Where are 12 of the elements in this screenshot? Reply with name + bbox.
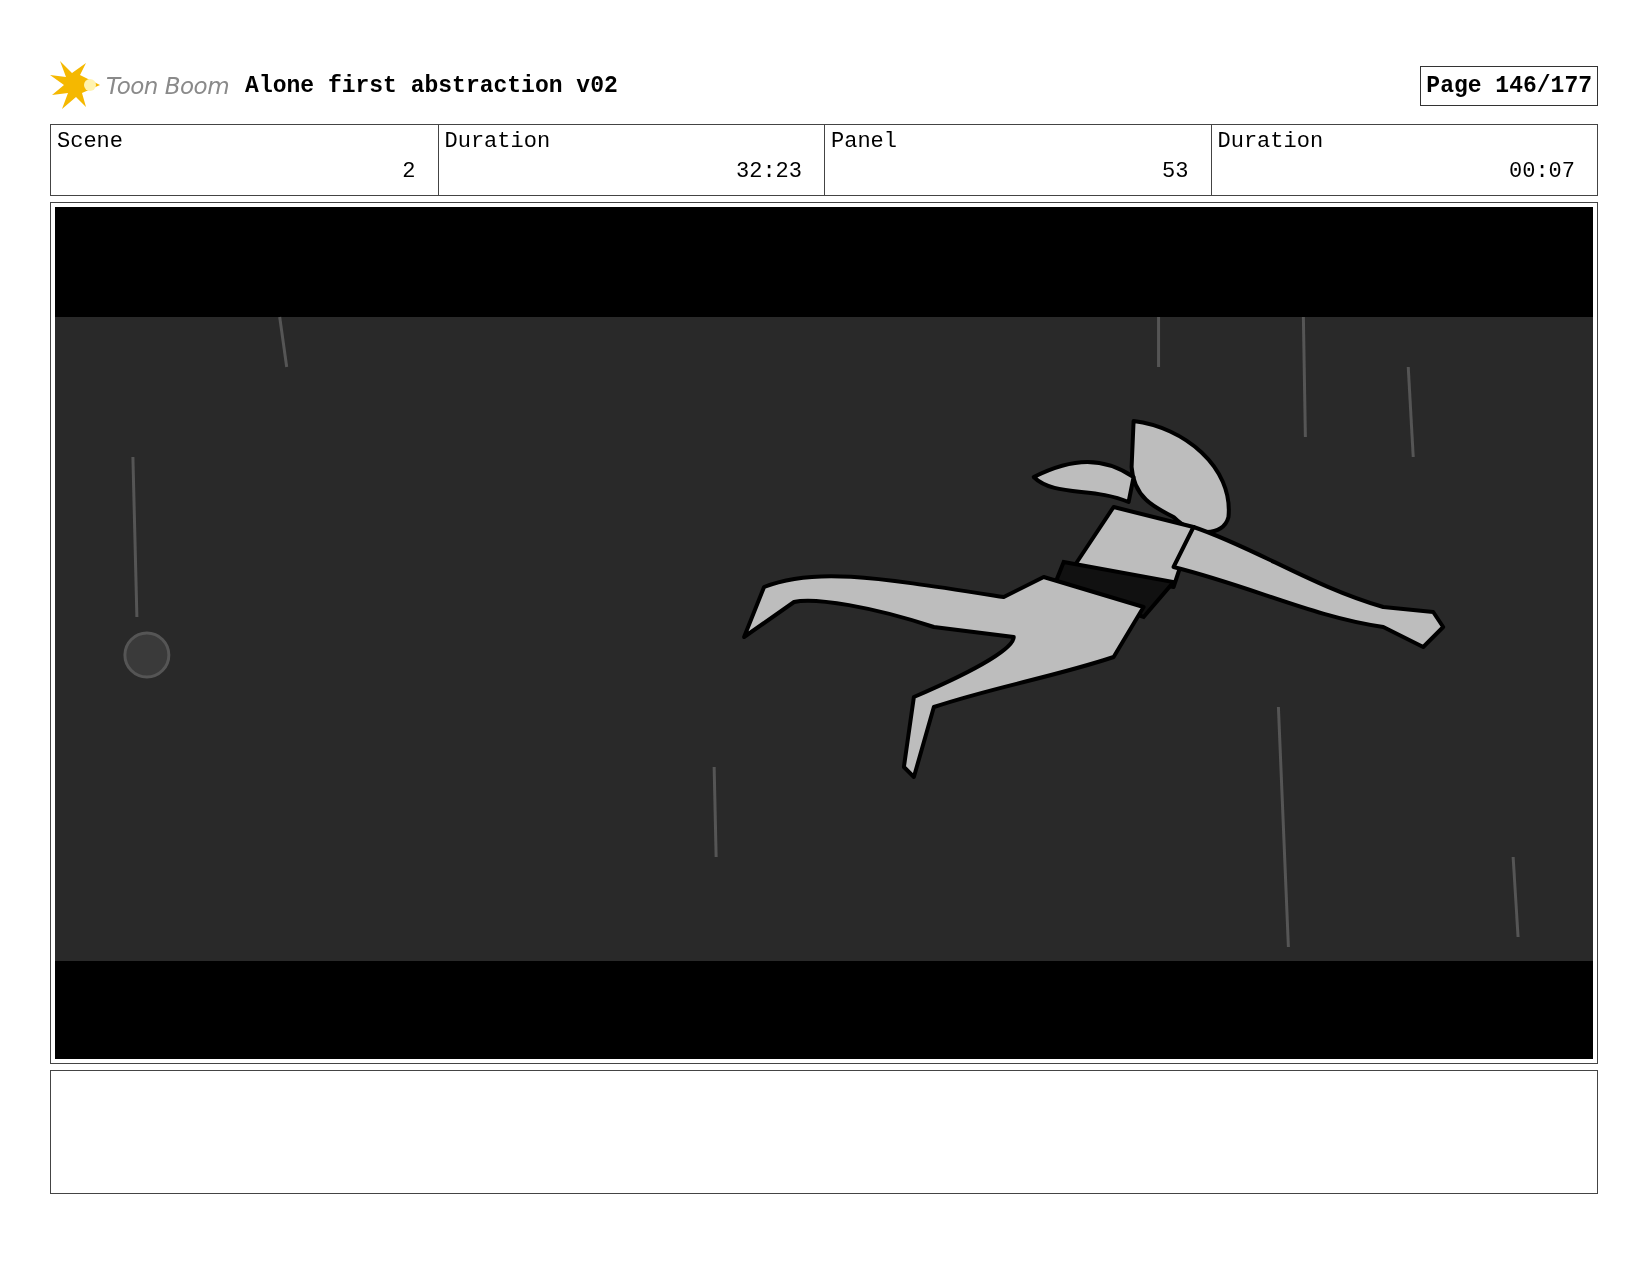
page-number: Page 146/177 [1420,66,1598,106]
info-label: Duration [1217,129,1324,154]
info-value: 00:07 [1509,159,1575,184]
info-label: Scene [57,129,123,154]
info-value: 53 [1162,159,1189,184]
document-title: Alone first abstraction v02 [245,73,618,99]
info-label: Duration [444,129,551,154]
info-value: 2 [402,159,416,184]
logo-wordmark: Toon Boom [106,73,230,99]
info-value: 32:23 [736,159,802,184]
info-label: Panel [831,129,897,154]
starburst-logo-icon [50,61,102,111]
